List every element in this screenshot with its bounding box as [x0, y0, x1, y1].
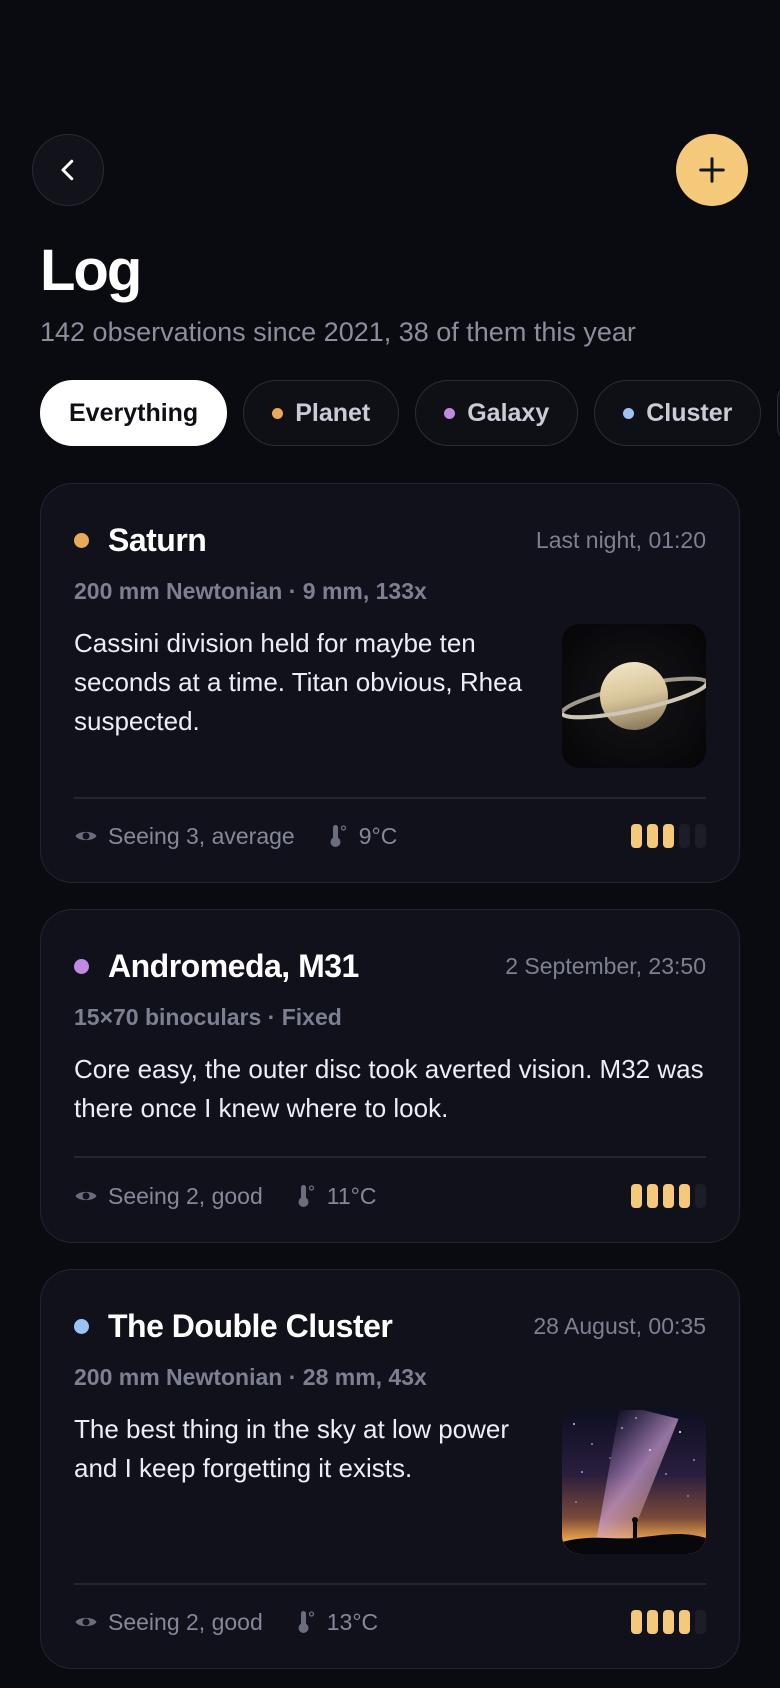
rating-bar — [663, 824, 674, 848]
observation-title: Saturn — [108, 521, 207, 558]
observation-title: Andromeda, M31 — [108, 947, 359, 984]
rating-bars — [631, 1184, 706, 1208]
observation-title: The Double Cluster — [108, 1307, 393, 1344]
page-subtitle: 142 observations since 2021, 38 of them … — [40, 317, 636, 347]
observation-time: Last night, 01:20 — [535, 526, 706, 553]
observation-card[interactable]: Saturn Last night, 01:20 200 mm Newtonia… — [40, 483, 740, 883]
filter-chip-cluster[interactable]: Cluster — [594, 380, 762, 446]
cluster-dot-icon — [74, 1318, 89, 1334]
galaxy-dot-icon — [74, 958, 89, 974]
rating-bar — [679, 824, 690, 848]
seeing-label: Seeing 2, good — [108, 1182, 263, 1209]
filter-label: Cluster — [646, 398, 733, 427]
rating-bar — [647, 1184, 658, 1208]
eye-icon — [75, 831, 97, 841]
temperature-label: 13°C — [326, 1608, 379, 1635]
cluster-dot-icon — [623, 407, 635, 419]
filter-chip-planet[interactable]: Planet — [243, 380, 400, 446]
observation-gear: 200 mm Newtonian · 9 mm, 133x — [74, 578, 427, 604]
rating-bar — [695, 1184, 706, 1208]
rating-bar — [695, 1610, 706, 1634]
filter-label: Planet — [295, 398, 371, 427]
rating-bar — [647, 1610, 658, 1634]
temperature-label: 9°C — [358, 822, 398, 849]
card-header: The Double Cluster 28 August, 00:35 — [74, 1304, 706, 1348]
rating-bar — [679, 1184, 690, 1208]
thermometer-icon — [298, 1611, 314, 1633]
eye-icon — [75, 1191, 97, 1201]
back-button[interactable] — [32, 134, 104, 206]
observation-time: 28 August, 00:35 — [533, 1312, 706, 1339]
seeing-info: Seeing 3, average — [74, 823, 295, 850]
thermometer-icon — [330, 825, 346, 847]
rating-bar — [631, 1184, 642, 1208]
observation-card[interactable]: The Double Cluster 28 August, 00:35 200 … — [40, 1269, 740, 1669]
eye-icon — [75, 1617, 97, 1627]
top-bar — [32, 134, 748, 206]
rating-bar — [679, 1610, 690, 1634]
observation-gear: 15×70 binoculars · Fixed — [74, 1004, 342, 1030]
category-filters: Everything Planet Galaxy Cluster — [40, 380, 780, 446]
thermometer-icon — [298, 1185, 314, 1207]
page-title: Log — [40, 238, 142, 303]
chevron-left-icon — [61, 159, 74, 181]
card-divider — [74, 797, 706, 799]
card-divider — [74, 1583, 706, 1585]
rating-bar — [631, 824, 642, 848]
galaxy-dot-icon — [444, 407, 456, 419]
card-footer: Seeing 2, good 13°C — [74, 1605, 706, 1639]
seeing-info: Seeing 2, good — [74, 1609, 263, 1636]
filter-chip-galaxy[interactable]: Galaxy — [415, 380, 579, 446]
rating-bar — [631, 1610, 642, 1634]
rating-bar — [663, 1610, 674, 1634]
filter-label: Everything — [69, 398, 199, 427]
rating-bar — [663, 1184, 674, 1208]
observation-gear: 200 mm Newtonian · 28 mm, 43x — [74, 1364, 427, 1390]
rating-bars — [631, 824, 706, 848]
add-observation-button[interactable] — [676, 134, 748, 206]
rating-bars — [631, 1610, 706, 1634]
milky-way-photo[interactable] — [562, 1410, 706, 1554]
temperature-label: 11°C — [326, 1182, 377, 1209]
filter-label: Galaxy — [467, 398, 550, 427]
card-header: Andromeda, M31 2 September, 23:50 — [74, 944, 706, 988]
seeing-label: Seeing 3, average — [108, 822, 295, 849]
observation-note: The best thing in the sky at low power a… — [74, 1414, 510, 1483]
seeing-info: Seeing 2, good — [74, 1183, 263, 1210]
rating-bar — [647, 824, 658, 848]
planet-dot-icon — [272, 407, 284, 419]
card-footer: Seeing 3, average 9°C — [74, 819, 706, 853]
plus-icon — [699, 157, 725, 183]
temperature-info: 13°C — [295, 1609, 378, 1636]
saturn-photo[interactable] — [562, 624, 706, 768]
filter-chip-everything[interactable]: Everything — [40, 380, 228, 446]
card-divider — [74, 1156, 706, 1158]
temperature-info: 11°C — [295, 1182, 377, 1210]
observation-note: Cassini division held for maybe ten seco… — [74, 628, 523, 736]
card-header: Saturn Last night, 01:20 — [74, 518, 706, 562]
observation-card[interactable]: Andromeda, M31 2 September, 23:50 15×70 … — [40, 909, 740, 1243]
rating-bar — [695, 824, 706, 848]
card-footer: Seeing 2, good 11°C — [74, 1179, 706, 1213]
observation-note: Core easy, the outer disc took averted v… — [74, 1054, 704, 1123]
seeing-label: Seeing 2, good — [108, 1608, 263, 1635]
planet-dot-icon — [74, 532, 89, 548]
temperature-info: 9°C — [327, 822, 398, 850]
observation-time: 2 September, 23:50 — [505, 952, 706, 979]
